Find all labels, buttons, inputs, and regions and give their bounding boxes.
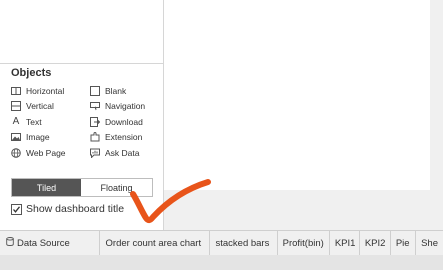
object-label: Text: [26, 117, 42, 127]
object-label: Blank: [105, 86, 127, 96]
object-download[interactable]: Download: [90, 115, 143, 129]
show-title-label: Show dashboard title: [26, 203, 125, 215]
object-label: Extension: [105, 132, 143, 142]
tab-order-count-area-chart[interactable]: Order count area chart: [100, 231, 211, 255]
object-extension[interactable]: Extension: [90, 130, 142, 144]
layout-toggle: Tiled Floating: [11, 178, 153, 197]
image-icon: [11, 132, 21, 142]
tab-data-source[interactable]: Data Source: [0, 231, 100, 255]
tiled-button[interactable]: Tiled: [12, 179, 81, 196]
tab-label: Order count area chart: [105, 237, 202, 249]
tab-label: KPI1: [334, 237, 356, 249]
sidebar-upper-section: [0, 0, 163, 64]
object-blank[interactable]: Blank: [90, 84, 126, 98]
canvas-bottom-area: [164, 190, 443, 230]
object-label: Navigation: [105, 101, 146, 111]
tab-kpi2[interactable]: KPI2: [360, 231, 391, 255]
navigation-icon: [90, 101, 100, 111]
object-navigation[interactable]: Navigation: [90, 99, 145, 113]
tab-kpi1[interactable]: KPI1: [330, 231, 360, 255]
tab-pie[interactable]: Pie: [391, 231, 417, 255]
show-title-checkbox[interactable]: [11, 203, 22, 215]
extension-icon: [90, 132, 100, 142]
dashboard-sidebar: Objects Horizontal Blank Vertical Naviga…: [0, 0, 164, 230]
tableau-dashboard-window: Objects Horizontal Blank Vertical Naviga…: [0, 0, 443, 270]
tab-label: Data Source: [17, 237, 70, 249]
status-bar: [0, 255, 443, 270]
object-text[interactable]: A Text: [11, 115, 42, 129]
floating-button[interactable]: Floating: [81, 179, 152, 196]
object-label: Ask Data: [105, 148, 140, 158]
tab-stacked-bars[interactable]: stacked bars: [210, 231, 278, 255]
sheet-tab-bar: Data Source Order count area chart stack…: [0, 230, 443, 255]
dashboard-canvas[interactable]: [164, 0, 443, 190]
tab-label: KPI2: [364, 237, 386, 249]
object-label: Vertical: [26, 101, 54, 111]
canvas-scroll-gutter: [430, 0, 443, 190]
horizontal-container-icon: [11, 86, 21, 96]
tab-label: Pie: [395, 237, 410, 249]
download-icon: [90, 117, 100, 127]
tab-label: She: [421, 237, 438, 249]
tab-profit-bin[interactable]: Profit(bin): [278, 231, 330, 255]
object-label: Download: [105, 117, 143, 127]
object-web-page[interactable]: Web Page: [11, 146, 66, 160]
object-label: Image: [26, 132, 50, 142]
object-ask-data[interactable]: Ask Data: [90, 146, 140, 160]
show-dashboard-title-row[interactable]: Show dashboard title: [11, 203, 124, 215]
tab-label: stacked bars: [215, 237, 270, 249]
database-icon: [6, 237, 14, 249]
text-icon: A: [12, 116, 20, 127]
vertical-container-icon: [11, 101, 21, 111]
tab-sheet-partial[interactable]: She: [416, 231, 443, 255]
object-label: Horizontal: [26, 86, 65, 96]
object-horizontal[interactable]: Horizontal: [11, 84, 64, 98]
globe-icon: [11, 148, 21, 158]
tab-label: Profit(bin): [282, 237, 324, 249]
objects-heading: Objects: [11, 67, 52, 79]
blank-icon: [90, 86, 100, 96]
ask-data-icon: [90, 148, 100, 158]
object-image[interactable]: Image: [11, 130, 50, 144]
object-vertical[interactable]: Vertical: [11, 99, 54, 113]
checkmark-icon: [13, 205, 21, 213]
object-label: Web Page: [26, 148, 66, 158]
